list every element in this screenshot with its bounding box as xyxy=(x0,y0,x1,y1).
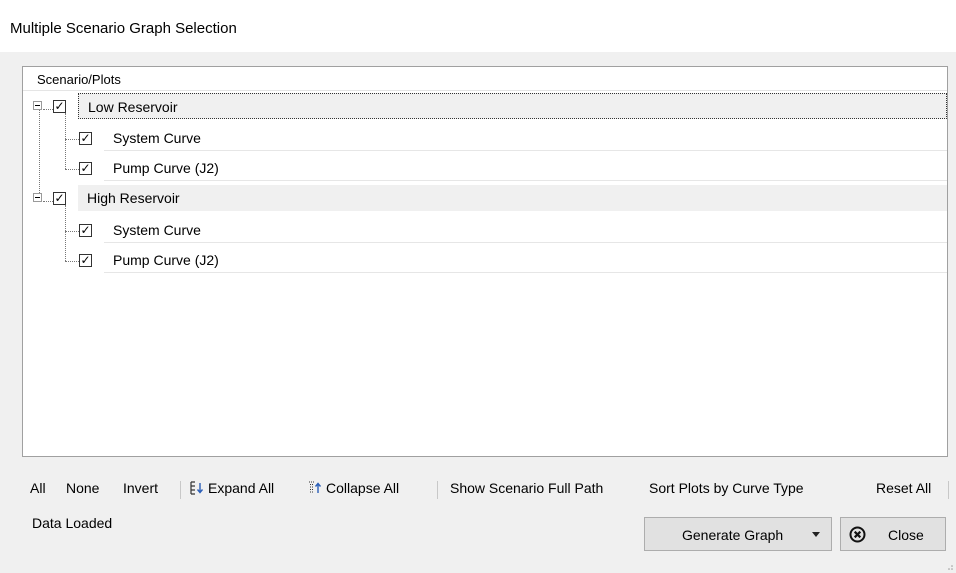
collapse-toggle-icon[interactable] xyxy=(33,193,42,202)
expand-all-label: Expand All xyxy=(208,480,275,496)
sort-by-curve-button[interactable]: Sort Plots by Curve Type xyxy=(649,480,804,496)
chevron-down-icon[interactable] xyxy=(812,532,820,538)
plot-name: Pump Curve (J2) xyxy=(113,160,219,176)
plot-checkbox[interactable]: ✓ xyxy=(79,132,92,145)
scenario-tree[interactable]: Scenario/Plots ✓ Low Reservoir ✓ System … xyxy=(22,66,948,457)
tree-node-plot[interactable]: ✓ Pump Curve (J2) xyxy=(23,247,947,273)
scenario-checkbox[interactable]: ✓ xyxy=(53,100,66,113)
close-label: Close xyxy=(888,527,924,543)
scenario-name: High Reservoir xyxy=(87,190,180,206)
plot-name: System Curve xyxy=(113,130,201,146)
collapse-toggle-icon[interactable] xyxy=(33,101,42,110)
plot-checkbox[interactable]: ✓ xyxy=(79,224,92,237)
invert-selection-button[interactable]: Invert xyxy=(123,480,158,496)
tree-node-plot[interactable]: ✓ Pump Curve (J2) xyxy=(23,155,947,181)
expand-all-icon xyxy=(190,481,204,495)
tree-column-header: Scenario/Plots xyxy=(23,67,947,91)
collapse-all-label: Collapse All xyxy=(326,480,400,496)
plot-name: Pump Curve (J2) xyxy=(113,252,219,268)
tree-node-scenario[interactable]: ✓ Low Reservoir xyxy=(23,93,947,119)
plot-checkbox[interactable]: ✓ xyxy=(79,254,92,267)
status-text: Data Loaded xyxy=(32,515,113,531)
generate-graph-button[interactable]: Generate Graph xyxy=(644,517,832,551)
scenario-checkbox[interactable]: ✓ xyxy=(53,192,66,205)
resize-grip-icon[interactable] xyxy=(944,561,954,571)
expand-all-button[interactable]: Expand All xyxy=(190,480,274,496)
select-all-button[interactable]: All xyxy=(30,480,46,496)
toolbar-separator xyxy=(437,481,438,499)
tree-node-scenario[interactable]: ✓ High Reservoir xyxy=(23,185,947,211)
plot-label[interactable]: Pump Curve (J2) xyxy=(104,247,947,273)
tree-connector-line xyxy=(39,109,40,195)
column-header-label: Scenario/Plots xyxy=(37,72,121,87)
collapse-all-button[interactable]: Collapse All xyxy=(308,480,399,496)
toolbar-separator xyxy=(180,481,181,499)
scenario-label[interactable]: Low Reservoir xyxy=(78,93,947,119)
plot-checkbox[interactable]: ✓ xyxy=(79,162,92,175)
scenario-name: Low Reservoir xyxy=(88,99,178,115)
reset-all-button[interactable]: Reset All xyxy=(876,480,931,496)
window-title: Multiple Scenario Graph Selection xyxy=(10,20,237,37)
toolbar-separator xyxy=(948,481,949,499)
close-button[interactable]: Close xyxy=(840,517,946,551)
selection-toolbar: All None Invert Expand All Collapse All … xyxy=(22,480,952,502)
select-none-button[interactable]: None xyxy=(66,480,99,496)
plot-label[interactable]: System Curve xyxy=(104,217,947,243)
scenario-label[interactable]: High Reservoir xyxy=(78,185,947,211)
plot-name: System Curve xyxy=(113,222,201,238)
tree-node-plot[interactable]: ✓ System Curve xyxy=(23,217,947,243)
collapse-all-icon xyxy=(309,481,322,493)
plot-label[interactable]: Pump Curve (J2) xyxy=(104,155,947,181)
title-bar: Multiple Scenario Graph Selection xyxy=(0,0,956,52)
show-full-path-button[interactable]: Show Scenario Full Path xyxy=(450,480,603,496)
plot-label[interactable]: System Curve xyxy=(104,125,947,151)
tree-node-plot[interactable]: ✓ System Curve xyxy=(23,125,947,151)
close-circle-icon xyxy=(849,526,866,543)
generate-graph-label: Generate Graph xyxy=(682,527,784,543)
